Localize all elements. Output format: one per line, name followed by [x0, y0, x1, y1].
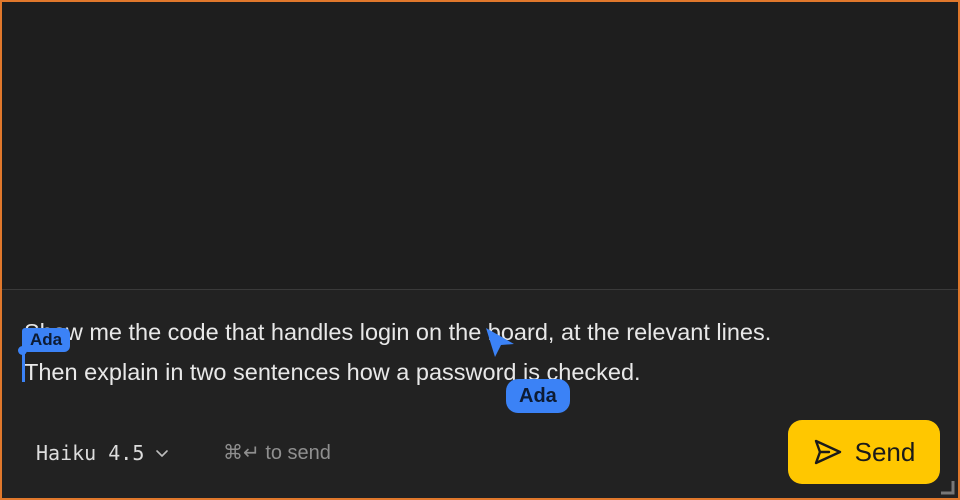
composer-panel[interactable]: Show me the code that handles login on t… — [2, 290, 958, 498]
resize-handle-icon[interactable] — [938, 478, 956, 496]
model-selector[interactable]: Haiku 4.5 — [36, 438, 170, 468]
collaborator-caret-tag: Ada — [22, 328, 71, 352]
collaborator-pointer-tag: Ada — [506, 379, 570, 413]
cursor-pointer-icon — [486, 328, 514, 357]
model-label: Haiku 4.5 — [36, 441, 145, 465]
prompt-line-1: Show me the code that handles login on t… — [24, 319, 772, 345]
send-button[interactable]: Send — [788, 420, 940, 484]
send-shortcut-hint: ⌘↵ to send — [223, 442, 331, 464]
send-label: Send — [854, 436, 916, 467]
send-arrow-icon — [814, 439, 841, 465]
collaborator-text-caret — [22, 352, 25, 382]
app-window: Show me the code that handles login on t… — [0, 0, 960, 500]
chevron-down-icon — [156, 450, 169, 457]
conversation-area — [2, 2, 958, 289]
